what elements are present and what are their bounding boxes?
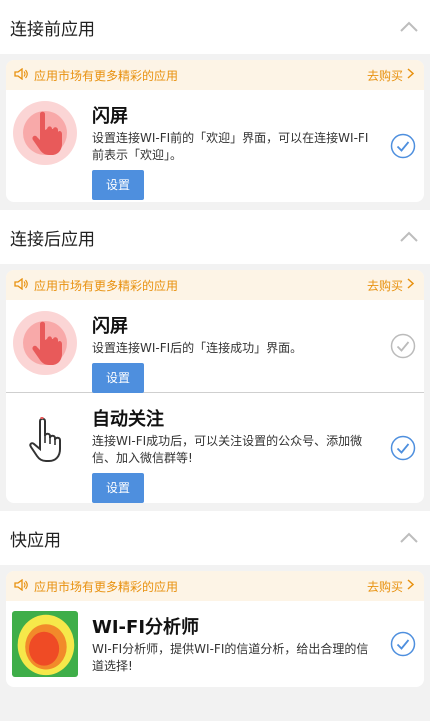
section-header[interactable]: 连接后应用	[0, 210, 430, 264]
section-after-connect: 连接后应用 应用市场有更多精彩的应用 去购买 闪屏 设置连接WI-FI后的「连接…	[0, 210, 430, 503]
app-card: 应用市场有更多精彩的应用 去购买 闪屏 设置连接WI-FI后的「连接成功」界面。	[6, 270, 424, 503]
section-before-connect: 连接前应用 应用市场有更多精彩的应用 去购买 闪屏 设置连接WI-FI前的「欢迎…	[0, 0, 430, 202]
section-quick-apps: 快应用 应用市场有更多精彩的应用 去购买 WI-FI分析师 WI-FI分析师，提…	[0, 511, 430, 687]
section-title: 快应用	[10, 530, 61, 551]
app-description: 设置连接WI-FI后的「连接成功」界面。	[92, 341, 303, 355]
banner-text: 应用市场有更多精彩的应用	[34, 579, 179, 594]
buy-link-label: 去购买	[366, 278, 403, 293]
speaker-icon	[14, 578, 28, 594]
speaker-icon	[14, 67, 28, 83]
app-item-wifi-analyzer[interactable]: WI-FI分析师 WI-FI分析师，提供WI-FI的信道分析，给出合理的信道选择…	[6, 601, 424, 687]
hand-tap-icon	[12, 310, 78, 376]
app-description: 连接WI-FI成功后，可以关注设置的公众号、添加微信、加入微信群等!	[92, 434, 363, 465]
app-description: WI-FI分析师，提供WI-FI的信道分析，给出合理的信道选择!	[92, 642, 369, 673]
check-circle-icon[interactable]	[390, 333, 416, 359]
app-market-banner[interactable]: 应用市场有更多精彩的应用 去购买	[6, 60, 424, 90]
app-item-auto-follow[interactable]: 自动关注 连接WI-FI成功后，可以关注设置的公众号、添加微信、加入微信群等! …	[6, 393, 424, 503]
banner-text: 应用市场有更多精彩的应用	[34, 68, 179, 83]
chevron-right-icon	[407, 278, 415, 292]
pointer-hand-icon	[12, 403, 78, 469]
section-title: 连接后应用	[10, 229, 95, 250]
buy-link-label: 去购买	[366, 68, 403, 83]
speaker-icon	[14, 277, 28, 293]
app-item-splash[interactable]: 闪屏 设置连接WI-FI后的「连接成功」界面。 设置	[6, 300, 424, 393]
app-market-banner[interactable]: 应用市场有更多精彩的应用 去购买	[6, 270, 424, 300]
chevron-up-icon[interactable]	[398, 226, 420, 248]
app-card: 应用市场有更多精彩的应用 去购买 WI-FI分析师 WI-FI分析师，提供WI-…	[6, 571, 424, 687]
settings-button[interactable]: 设置	[92, 473, 144, 503]
check-circle-icon[interactable]	[390, 133, 416, 159]
app-title: 闪屏	[92, 316, 128, 337]
buy-link[interactable]: 去购买	[366, 578, 415, 595]
chevron-up-icon[interactable]	[398, 16, 420, 38]
buy-link[interactable]: 去购买	[366, 67, 415, 84]
buy-link[interactable]: 去购买	[366, 277, 415, 294]
app-item-splash[interactable]: 闪屏 设置连接WI-FI前的「欢迎」界面，可以在连接WI-FI前表示「欢迎」。 …	[6, 90, 424, 202]
wifi-analyzer-icon	[12, 611, 78, 677]
app-title: 闪屏	[92, 106, 128, 127]
section-title: 连接前应用	[10, 19, 95, 40]
check-circle-icon[interactable]	[390, 435, 416, 461]
settings-button[interactable]: 设置	[92, 170, 144, 200]
app-title: 自动关注	[92, 409, 164, 430]
app-title: WI-FI分析师	[92, 617, 200, 638]
app-card: 应用市场有更多精彩的应用 去购买 闪屏 设置连接WI-FI前的「欢迎」界面，可以…	[6, 60, 424, 202]
section-header[interactable]: 连接前应用	[0, 0, 430, 54]
buy-link-label: 去购买	[366, 579, 403, 594]
settings-button[interactable]: 设置	[92, 363, 144, 393]
hand-tap-icon	[12, 100, 78, 166]
app-description: 设置连接WI-FI前的「欢迎」界面，可以在连接WI-FI前表示「欢迎」。	[92, 131, 369, 162]
app-market-banner[interactable]: 应用市场有更多精彩的应用 去购买	[6, 571, 424, 601]
banner-text: 应用市场有更多精彩的应用	[34, 278, 179, 293]
check-circle-icon[interactable]	[390, 631, 416, 657]
section-header[interactable]: 快应用	[0, 511, 430, 565]
chevron-right-icon	[407, 68, 415, 82]
chevron-right-icon	[407, 579, 415, 593]
chevron-up-icon[interactable]	[398, 527, 420, 549]
